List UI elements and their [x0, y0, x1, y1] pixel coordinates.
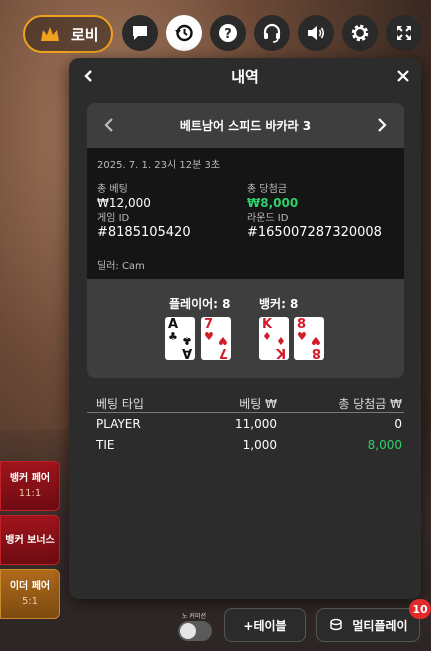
- total-win-value: ₩8,000: [247, 196, 299, 210]
- gear-icon: [351, 24, 369, 42]
- modal-header: 내역: [69, 58, 421, 94]
- next-round-button[interactable]: [370, 113, 394, 137]
- chat-icon: [133, 26, 147, 40]
- side-bet-banker-pair[interactable]: 뱅커 페어 11:1: [0, 461, 60, 511]
- side-bet-payout: 11:1: [18, 488, 42, 499]
- svg-text:?: ?: [224, 27, 232, 42]
- crown-icon: [41, 27, 59, 41]
- col-bet-amount: 베팅 ₩: [239, 397, 277, 411]
- headset-icon: [263, 23, 281, 43]
- toggle-knob: [180, 623, 196, 639]
- game-navigator: 베트남어 스피드 바카라 3: [87, 103, 404, 148]
- back-button[interactable]: [77, 64, 101, 88]
- multiplay-count-badge: 10: [409, 599, 431, 619]
- banker-score-label: 뱅커: 8: [259, 297, 299, 311]
- col-total-win: 총 당첨금 ₩: [338, 397, 402, 411]
- bet-type: TIE: [96, 437, 115, 452]
- game-id-value: #8185105420: [97, 225, 191, 240]
- previous-round-button[interactable]: [97, 113, 121, 137]
- chevron-left-icon: [104, 118, 113, 132]
- bet-amount: 1,000: [242, 437, 277, 452]
- bet-amount: 11,000: [235, 416, 277, 431]
- side-bet-title: 뱅커 보너스: [5, 534, 55, 546]
- side-bet-title: 뱅커 페어: [9, 473, 51, 484]
- bet-type: PLAYER: [96, 416, 141, 431]
- add-table-label: +테이블: [243, 618, 287, 633]
- dealer-name: 딜러: Cam: [97, 261, 145, 272]
- close-icon: [397, 70, 409, 82]
- support-button[interactable]: [254, 15, 290, 51]
- history-modal: 내역 베트남어 스피드 바카라 3 2025. 7. 1. 23시 12분 3초…: [69, 58, 421, 599]
- table-row: PLAYER 11,000 0: [87, 413, 404, 434]
- lobby-button[interactable]: 로비: [23, 15, 113, 53]
- table-row: TIE 1,000 8,000: [87, 434, 404, 455]
- round-id-value: #165007287320008: [247, 225, 382, 240]
- banker-card-1: K ♦ K ♦: [259, 317, 289, 360]
- chat-button[interactable]: [122, 15, 158, 51]
- fullscreen-button[interactable]: [386, 15, 422, 51]
- lobby-label: 로비: [71, 25, 99, 44]
- add-table-button[interactable]: +테이블: [224, 608, 306, 642]
- no-commission-label: 노 커미션: [182, 613, 206, 620]
- total-win-label: 총 당첨금: [247, 184, 287, 195]
- fullscreen-icon: [397, 26, 411, 40]
- col-bet-type: 베팅 타입: [96, 397, 144, 411]
- bets-table-header: 베팅 타입 베팅 ₩ 총 당첨금 ₩: [87, 395, 404, 413]
- help-icon: ?: [219, 24, 237, 42]
- help-button[interactable]: ?: [210, 15, 246, 51]
- volume-icon: [308, 26, 325, 40]
- total-bet-label: 총 베팅: [97, 184, 128, 195]
- side-bet-payout: 5:1: [21, 596, 39, 607]
- side-bet-banker-bonus[interactable]: 뱅커 보너스: [0, 515, 60, 565]
- round-info: 2025. 7. 1. 23시 12분 3초 총 베팅 ₩12,000 총 당첨…: [87, 148, 404, 279]
- settings-button[interactable]: [342, 15, 378, 51]
- no-commission-toggle[interactable]: [178, 621, 212, 641]
- round-result: 플레이어: 8 뱅커: 8 A ♣ A ♣ 7 ♥ 7 ♥ K ♦ K ♦ 8 ♥ 8 ♥: [87, 279, 404, 378]
- multiplay-label: 멀티플레이: [352, 618, 408, 633]
- chevron-right-icon: [378, 118, 387, 132]
- multiplay-button[interactable]: 멀티플레이: [316, 608, 420, 642]
- player-card-2: 7 ♥ 7 ♥: [201, 317, 231, 360]
- side-bet-title: 이더 페어: [9, 581, 51, 592]
- game-name: 베트남어 스피드 바카라 3: [179, 119, 312, 133]
- player-score-label: 플레이어: 8: [169, 297, 231, 311]
- round-id-label: 라운드 ID: [247, 213, 289, 224]
- round-datetime: 2025. 7. 1. 23시 12분 3초: [97, 160, 221, 171]
- side-bet-either-pair[interactable]: 이더 페어 5:1: [0, 569, 60, 619]
- win-amount: 8,000: [367, 437, 402, 452]
- total-bet-value: ₩12,000: [97, 196, 151, 210]
- modal-title: 내역: [231, 67, 259, 86]
- history-icon: [175, 24, 193, 42]
- close-button[interactable]: [391, 64, 415, 88]
- volume-button[interactable]: [298, 15, 334, 51]
- history-button[interactable]: [166, 15, 202, 51]
- bets-table: 베팅 타입 베팅 ₩ 총 당첨금 ₩ PLAYER 11,000 0 TIE 1…: [87, 395, 404, 455]
- win-amount: 0: [394, 416, 402, 431]
- banker-card-2: 8 ♥ 8 ♥: [294, 317, 324, 360]
- game-id-label: 게임 ID: [97, 213, 130, 224]
- round-detail-panel: 베트남어 스피드 바카라 3 2025. 7. 1. 23시 12분 3초 총 …: [87, 103, 404, 378]
- multiplay-icon: [330, 618, 343, 631]
- chevron-left-icon: [84, 70, 92, 82]
- player-card-1: A ♣ A ♣: [165, 317, 195, 360]
